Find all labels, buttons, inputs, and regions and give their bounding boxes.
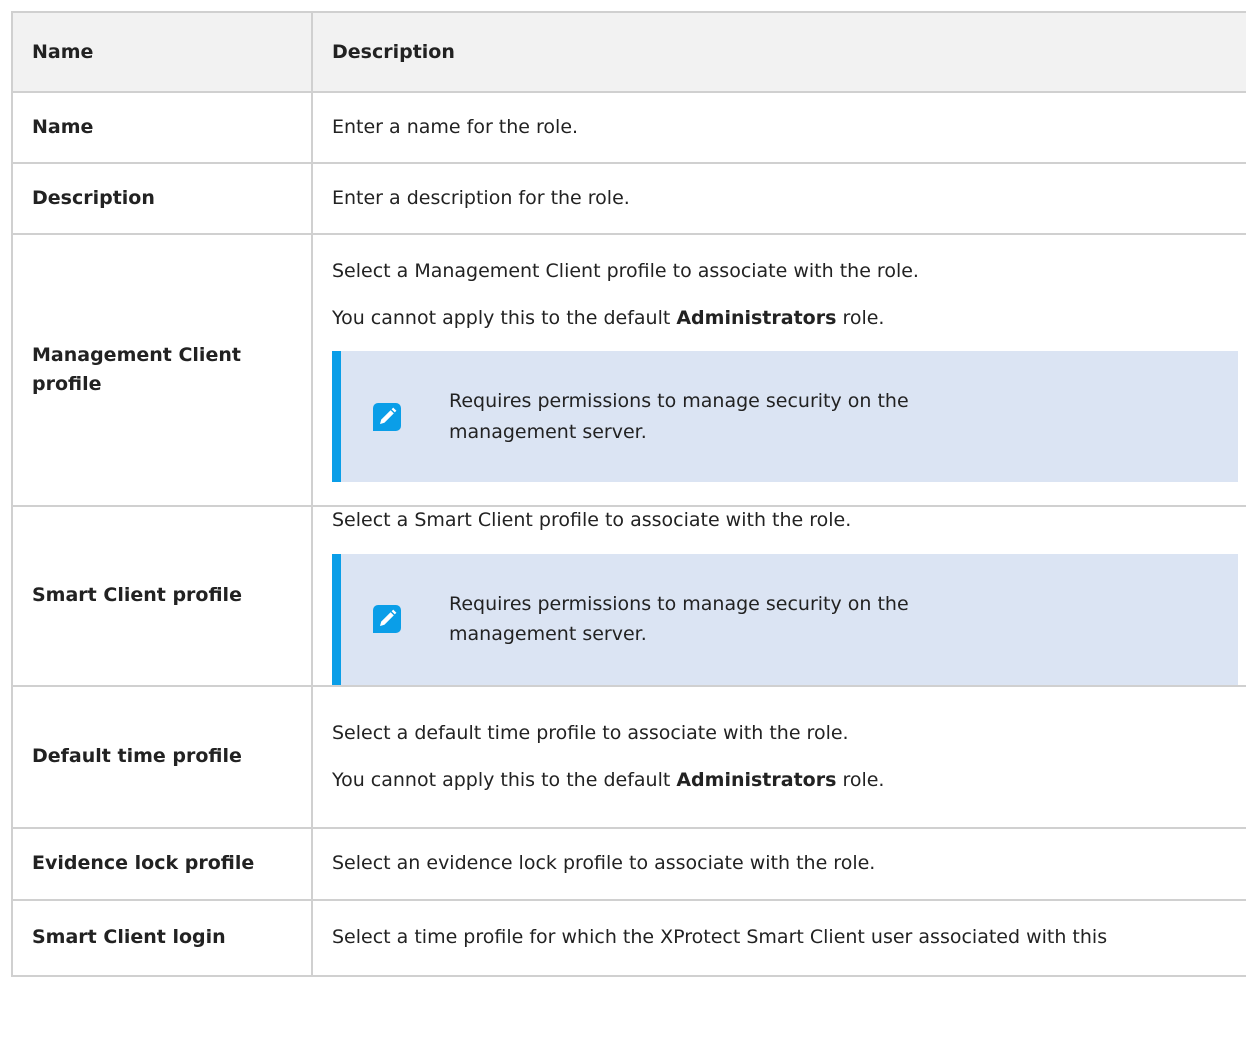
header-description: Description (311, 11, 1246, 93)
row-smart-client-login-description: Select a time profile for which the XPro… (311, 898, 1246, 977)
row-evidence-lock-profile-description: Select an evidence lock profile to assoc… (311, 826, 1246, 901)
header-name: Name (11, 11, 313, 93)
restriction-role-name: Administrators (676, 306, 837, 329)
table-row: Name Enter a name for the role. (11, 91, 1246, 164)
description-text: Enter a description for the role. (332, 187, 630, 210)
restriction-prefix: You cannot apply this to the default (332, 306, 677, 329)
restriction-prefix: You cannot apply this to the default (332, 768, 677, 791)
row-default-time-profile-label: Default time profile (11, 684, 313, 829)
note-box: Requires permissions to manage security … (332, 351, 1238, 483)
table-row: Evidence lock profile Select an evidence… (11, 826, 1246, 901)
note-text: Requires permissions to manage security … (449, 390, 909, 443)
description-restriction-text: You cannot apply this to the default Adm… (332, 767, 1238, 794)
row-description-description: Enter a description for the role. (311, 162, 1246, 235)
row-management-client-profile-label: Management Client profile (11, 233, 313, 507)
table-row: Description Enter a description for the … (11, 162, 1246, 235)
pencil-icon (373, 605, 401, 634)
description-text: Select a Smart Client profile to associa… (332, 509, 852, 531)
roles-properties-table: Name Description Name Enter a name for t… (11, 11, 1246, 977)
description-text: Select a Management Client profile to as… (332, 259, 919, 282)
restriction-suffix: role. (836, 768, 885, 791)
row-description-label: Description (11, 162, 313, 235)
restriction-suffix: role. (836, 306, 885, 329)
row-name-label: Name (11, 91, 313, 164)
table-header-row: Name Description (11, 11, 1246, 93)
description-text: Select a time profile for which the XPro… (332, 926, 1108, 949)
pencil-icon (373, 402, 401, 431)
description-text: Enter a name for the role. (332, 116, 579, 139)
table-row: Smart Client login Select a time profile… (11, 898, 1246, 977)
table-row: Management Client profile Select a Manag… (11, 233, 1246, 507)
restriction-role-name: Administrators (676, 768, 837, 791)
row-default-time-profile-description: Select a default time profile to associa… (311, 684, 1246, 829)
row-smart-client-profile-description: Select a Smart Client profile to associa… (311, 505, 1246, 687)
row-smart-client-profile-label: Smart Client profile (11, 505, 313, 687)
description-text: Select a default time profile to associa… (332, 722, 849, 744)
row-management-client-profile-description: Select a Management Client profile to as… (311, 233, 1246, 507)
row-smart-client-login-label: Smart Client login (11, 898, 313, 977)
description-restriction-text: You cannot apply this to the default Adm… (332, 305, 1238, 332)
table-row: Smart Client profile Select a Smart Clie… (11, 505, 1246, 687)
row-name-description: Enter a name for the role. (311, 91, 1246, 164)
table-row: Default time profile Select a default ti… (11, 684, 1246, 829)
note-text: Requires permissions to manage security … (449, 592, 909, 646)
description-text: Select an evidence lock profile to assoc… (332, 852, 876, 875)
note-box: Requires permissions to manage security … (332, 553, 1238, 685)
row-evidence-lock-profile-label: Evidence lock profile (11, 826, 313, 901)
